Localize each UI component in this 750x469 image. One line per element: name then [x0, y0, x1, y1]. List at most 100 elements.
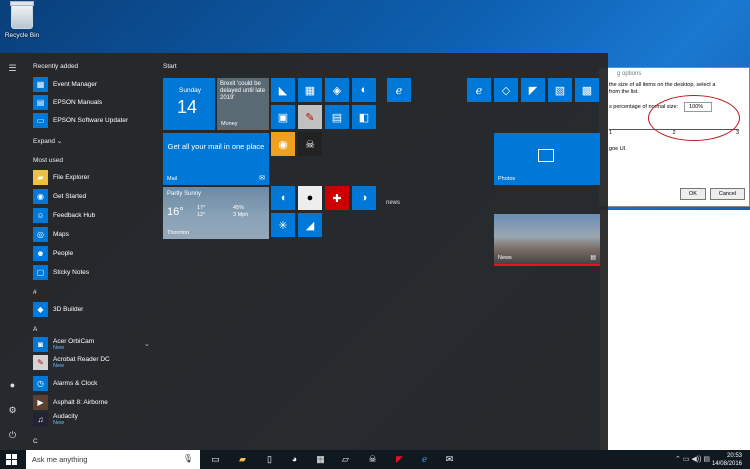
- tiles-group-title: Start: [163, 63, 177, 70]
- mail-icon[interactable]: ✉: [443, 453, 456, 466]
- settings-icon[interactable]: ⚙: [7, 405, 18, 416]
- tile-app-19[interactable]: ◇: [494, 78, 518, 102]
- mail-text: Get all your mail in one place: [167, 142, 265, 151]
- recycle-bin-icon[interactable]: Recycle Bin: [4, 1, 40, 39]
- calculator-icon[interactable]: ▦: [314, 453, 327, 466]
- tile-app-8[interactable]: ◧: [352, 105, 376, 129]
- car-icon: ▶: [33, 395, 48, 410]
- tile-app-3[interactable]: ◈: [325, 78, 349, 102]
- alien-icon: ☠: [305, 138, 315, 151]
- money-tile[interactable]: Brexit 'could be delayed until late 2019…: [217, 78, 269, 130]
- camera-icon: ◙: [33, 337, 48, 352]
- windows-start-icon[interactable]: [6, 454, 17, 465]
- app-epson-updater[interactable]: ▭ EPSON Software Updater: [33, 112, 151, 129]
- panda-icon: ●: [306, 192, 314, 204]
- lightbulb-icon: ◉: [33, 189, 48, 204]
- app-icon: ◇: [501, 84, 511, 97]
- photos-label: Photos: [498, 176, 516, 182]
- app-icon: ▧: [554, 84, 566, 97]
- tile-app-4[interactable]: ◐: [352, 78, 376, 102]
- file-explorer-icon[interactable]: ▰: [236, 453, 249, 466]
- tile-calculator[interactable]: ▦: [298, 78, 322, 102]
- app-acrobat-reader[interactable]: ✎ Acrobat Reader DC New: [33, 354, 151, 371]
- tile-alien[interactable]: ☠: [298, 132, 322, 156]
- tile-app-14[interactable]: ◑: [352, 186, 376, 210]
- weather-tile[interactable]: Partly Sunny 16° 17° 12° 45% 3 Mph Thornto…: [163, 187, 269, 239]
- letter-c[interactable]: C: [33, 438, 38, 445]
- calendar-icon: ▦: [33, 77, 48, 92]
- people-icon: ☻: [33, 246, 48, 261]
- money-label: Money: [221, 121, 238, 127]
- app-icon: ◤: [528, 84, 538, 97]
- app-sticky-notes[interactable]: ▢ Sticky Notes: [33, 264, 151, 281]
- tile-app-22[interactable]: ▩: [575, 78, 599, 102]
- search-input[interactable]: Ask me anything: [32, 455, 87, 464]
- puzzle-icon: ✚: [332, 192, 342, 205]
- app-3d-builder[interactable]: ◆ 3D Builder: [33, 301, 151, 318]
- search-box[interactable]: Ask me anything 🎙: [26, 450, 200, 469]
- system-tray[interactable]: ⌃ ▭ ◀)) ▤: [675, 455, 710, 463]
- tick-3: 3: [735, 130, 739, 136]
- alien-icon[interactable]: ☠: [366, 453, 379, 466]
- calendar-tile[interactable]: Sunday 14: [163, 78, 215, 130]
- microphone-icon[interactable]: 🎙: [183, 454, 193, 463]
- app-taskbar-icon[interactable]: ◕: [288, 453, 301, 466]
- app-red-icon[interactable]: ◤: [393, 453, 406, 466]
- tile-app-13[interactable]: ✚: [325, 186, 349, 210]
- app-icon: ▣: [277, 111, 289, 124]
- app-acer-orbicam[interactable]: ◙ Acer OrbiCam New: [33, 336, 151, 353]
- power-icon[interactable]: ⏻: [7, 430, 18, 441]
- app-icon: ◑: [360, 192, 368, 204]
- news-tile[interactable]: News ▤: [494, 214, 600, 266]
- start-rail: ☰ ● ⚙ ⏻: [0, 53, 26, 450]
- cancel-button[interactable]: Cancel: [709, 188, 745, 200]
- app-event-manager[interactable]: ▦ Event Manager: [33, 76, 151, 93]
- app-asphalt[interactable]: ▶ Asphalt 8: Airborne: [33, 394, 151, 411]
- app-feedback-hub[interactable]: ☺ Feedback Hub: [33, 207, 151, 224]
- weather-condition: Partly Sunny: [167, 191, 202, 197]
- dialog-font-text: goe UI.: [609, 146, 627, 152]
- dialog-background: [600, 210, 750, 450]
- tile-edge-1[interactable]: ℯ: [387, 78, 411, 102]
- tile-app-5[interactable]: ▣: [271, 105, 295, 129]
- note-icon[interactable]: ▱: [339, 453, 352, 466]
- tile-panda[interactable]: ●: [298, 186, 322, 210]
- tile-app-7[interactable]: ▤: [325, 105, 349, 129]
- tile-app-20[interactable]: ◤: [521, 78, 545, 102]
- app-icon: ◐: [360, 84, 368, 96]
- recycle-bin-label: Recycle Bin: [4, 32, 40, 39]
- tile-edge-2[interactable]: ℯ: [467, 78, 491, 102]
- tile-app-9[interactable]: ◉: [271, 132, 295, 156]
- dialog-text: the size of all items on the desktop, se…: [609, 82, 716, 95]
- app-get-started[interactable]: ◉ Get Started: [33, 188, 151, 205]
- acrobat-icon: ✎: [33, 355, 48, 370]
- user-icon[interactable]: ●: [7, 380, 18, 391]
- weather-temp: 16°: [167, 206, 184, 218]
- app-epson-manuals[interactable]: ▤ EPSON Manuals: [33, 94, 151, 111]
- mail-tile[interactable]: Get all your mail in one place Mail ✉: [163, 133, 269, 185]
- clock[interactable]: 20:53 14/08/2016: [712, 452, 742, 468]
- edge-icon[interactable]: ℯ: [418, 453, 431, 466]
- letter-a[interactable]: A: [33, 326, 37, 333]
- app-people[interactable]: ☻ People: [33, 245, 151, 262]
- app-file-explorer[interactable]: ▰ File Explorer: [33, 169, 151, 186]
- app-maps[interactable]: ◎ Maps: [33, 226, 151, 243]
- weather-city: Thornton: [167, 230, 190, 236]
- chevron-down-icon[interactable]: ⌄: [144, 340, 150, 348]
- tile-app-21[interactable]: ▧: [548, 78, 572, 102]
- task-view-icon[interactable]: ▭: [209, 453, 222, 466]
- tile-app-16[interactable]: ◢: [298, 213, 322, 237]
- app-audacity[interactable]: ♫ Audacity New: [33, 411, 151, 428]
- ok-button[interactable]: OK: [679, 188, 706, 200]
- tile-acrobat[interactable]: ✎: [298, 105, 322, 129]
- letter-hash[interactable]: #: [33, 289, 37, 296]
- document-icon[interactable]: ▯: [263, 453, 276, 466]
- app-alarms-clock[interactable]: ◷ Alarms & Clock: [33, 375, 151, 392]
- photos-tile[interactable]: Photos: [494, 133, 600, 185]
- hamburger-icon[interactable]: ☰: [7, 63, 18, 74]
- expand-link[interactable]: Expand ⌄: [33, 137, 62, 145]
- tile-app-11[interactable]: ◖: [271, 186, 295, 210]
- feedback-icon: ☺: [33, 208, 48, 223]
- tile-app-1[interactable]: ◣: [271, 78, 295, 102]
- tile-app-15[interactable]: ✳: [271, 213, 295, 237]
